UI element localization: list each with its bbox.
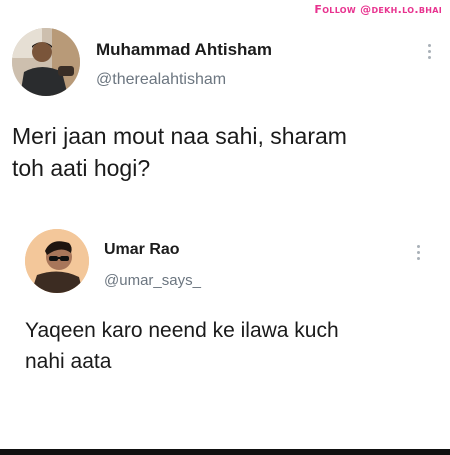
tweet-text-line: Meri jaan mout naa sahi, sharam (12, 123, 347, 149)
more-vertical-icon[interactable] (417, 245, 421, 260)
profile-photo-icon (25, 229, 89, 293)
tweet-text-line: toh aati hogi? (12, 155, 151, 181)
tweet-text: Yaqeen karo neend ke ilawa kuch nahi aat… (25, 315, 425, 377)
tweet-text: Meri jaan mout naa sahi, sharam toh aati… (12, 120, 412, 184)
screenshot-page: Follow @dekh.lo.bhai Muhammad Ahtisham @… (0, 0, 450, 455)
author-handle[interactable]: @umar_says_ (104, 272, 201, 289)
profile-photo-icon (12, 28, 80, 96)
tweet-text-line: nahi aata (25, 350, 112, 373)
author-name[interactable]: Umar Rao (104, 241, 180, 259)
tweet-text-line: Yaqeen karo neend ke ilawa kuch (25, 319, 339, 342)
avatar[interactable] (25, 229, 89, 293)
tweet-card-2[interactable]: Umar Rao @umar_says_ Yaqeen karo neend k… (0, 215, 450, 415)
author-handle[interactable]: @therealahtisham (96, 71, 226, 89)
tweet-card-1[interactable]: Muhammad Ahtisham @therealahtisham Meri … (0, 0, 450, 205)
bottom-edge (0, 449, 450, 455)
more-vertical-icon[interactable] (428, 44, 432, 59)
avatar[interactable] (12, 28, 80, 96)
author-name[interactable]: Muhammad Ahtisham (96, 40, 272, 60)
